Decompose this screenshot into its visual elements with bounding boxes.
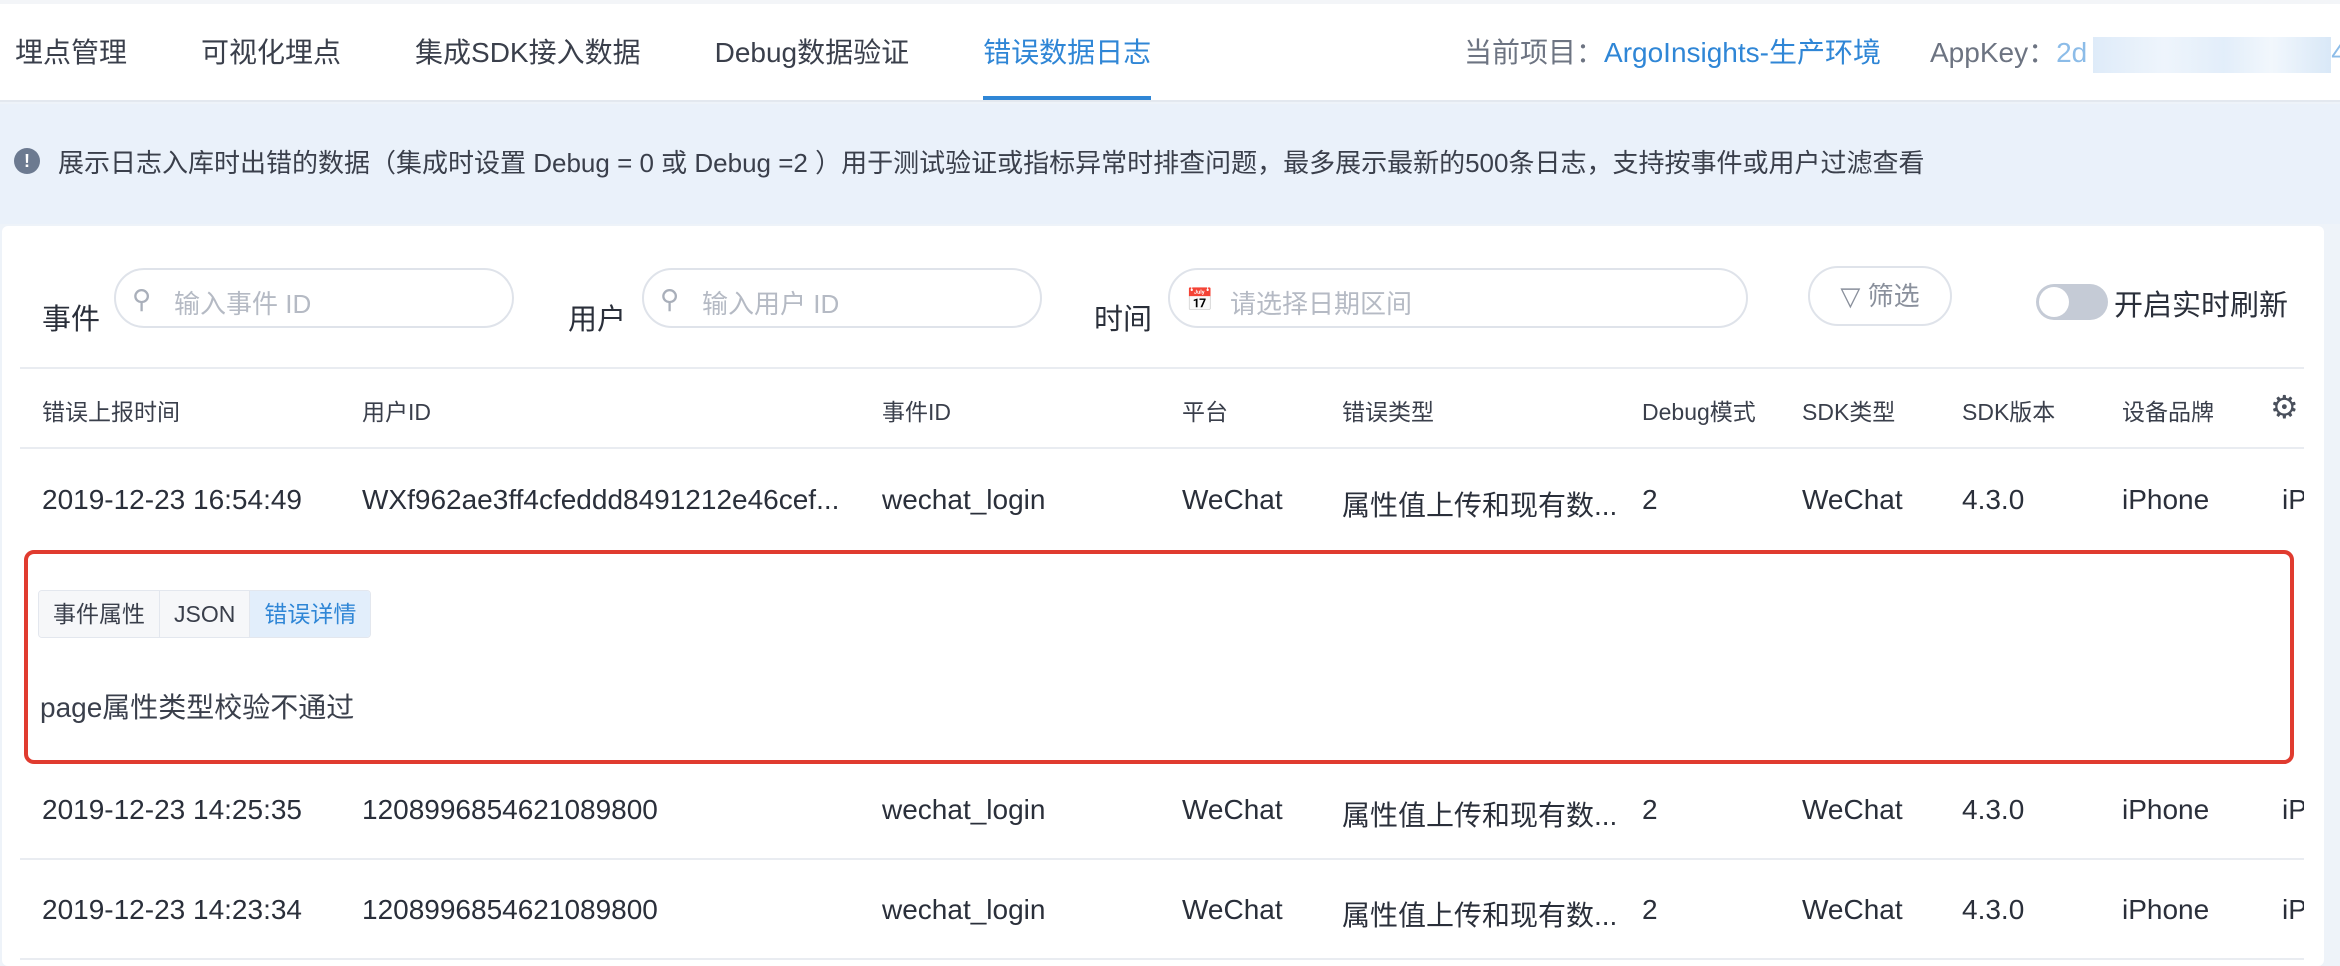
time-filter-label: 时间 (1094, 304, 1153, 336)
cell-platform: WeChat (1182, 794, 1283, 825)
tab-json[interactable]: JSON (160, 591, 251, 637)
realtime-refresh-label: 开启实时刷新 (2114, 290, 2289, 322)
tab-tracking-management[interactable]: 埋点管理 (15, 0, 127, 100)
project-value[interactable]: ArgoInsights-生产环境 (1604, 37, 1881, 68)
info-icon: ! (14, 148, 40, 174)
row-divider (20, 858, 2304, 860)
col-debug-mode[interactable]: Debug模式 (1642, 393, 1756, 427)
cell-error-type: 属性值上传和现有数... (1342, 800, 1618, 831)
cell-sdk-version: 4.3.0 (1962, 794, 2025, 825)
header-divider (20, 447, 2304, 449)
col-sdk-version[interactable]: SDK版本 (1962, 393, 2055, 427)
tab-debug-validation[interactable]: Debug数据验证 (715, 0, 910, 100)
event-input[interactable]: ⚲ 输入事件 ID (114, 268, 514, 328)
cell-device-brand: iPhone (2122, 794, 2210, 825)
calendar-icon: 📅 (1186, 287, 1214, 312)
cell-sdk-version: 4.3.0 (1962, 484, 2025, 515)
project-label: 当前项目： (1464, 37, 1605, 68)
cell-error-time: 2019-12-23 16:54:49 (42, 484, 302, 515)
cell-debug-mode: 2 (1642, 894, 1658, 925)
tab-event-properties[interactable]: 事件属性 (39, 591, 160, 637)
appkey-redaction (2093, 36, 2332, 73)
cell-truncated: iP (2282, 484, 2304, 515)
cell-sdk-type: WeChat (1802, 894, 1903, 925)
top-nav: 埋点管理 可视化埋点 集成SDK接入数据 Debug数据验证 错误数据日志 当前… (0, 0, 2340, 102)
col-user-id[interactable]: 用户ID (362, 393, 431, 427)
banner-text: 展示日志入库时出错的数据（集成时设置 Debug = 0 或 Debug =2 … (58, 148, 1925, 178)
cell-user-id: WXf962ae3ff4cfeddd8491212e46cef... (362, 484, 840, 515)
date-range-input[interactable]: 📅 请选择日期区间 (1168, 268, 1748, 328)
cell-platform: WeChat (1182, 484, 1283, 515)
table-top-divider (20, 367, 2304, 369)
cell-error-type: 属性值上传和现有数... (1342, 490, 1618, 521)
realtime-refresh-toggle[interactable] (2036, 284, 2108, 320)
cell-debug-mode: 2 (1642, 484, 1658, 515)
user-input-placeholder: 输入用户 ID (702, 289, 840, 319)
filter-icon: ▽ (1840, 281, 1861, 311)
col-error-time[interactable]: 错误上报时间 (42, 393, 180, 427)
search-icon: ⚲ (132, 284, 152, 314)
detail-tabs: 事件属性 JSON 错误详情 (38, 590, 372, 638)
user-filter-label: 用户 (568, 304, 627, 336)
cell-error-time: 2019-12-23 14:23:34 (42, 894, 302, 925)
cell-user-id: 1208996854621089800 (362, 894, 658, 925)
cell-sdk-type: WeChat (1802, 794, 1903, 825)
cell-error-type: 属性值上传和现有数... (1342, 900, 1618, 931)
expanded-row-detail: 事件属性 JSON 错误详情 page属性类型校验不通过 (24, 550, 2294, 764)
appkey: AppKey：2d 4fe5ee (1930, 0, 2340, 100)
col-event-id[interactable]: 事件ID (882, 393, 951, 427)
cell-sdk-version: 4.3.0 (1962, 894, 2025, 925)
gear-icon[interactable]: ⚙ (2270, 388, 2299, 426)
cell-debug-mode: 2 (1642, 794, 1658, 825)
cell-event-id: wechat_login (882, 484, 1046, 515)
col-sdk-type[interactable]: SDK类型 (1802, 393, 1895, 427)
cell-error-time: 2019-12-23 14:25:35 (42, 794, 302, 825)
error-detail-text: page属性类型校验不通过 (40, 692, 355, 723)
cell-device-brand: iPhone (2122, 894, 2210, 925)
search-icon: ⚲ (660, 284, 680, 314)
cell-device-brand: iPhone (2122, 484, 2210, 515)
current-project: 当前项目：ArgoInsights-生产环境 (1464, 0, 1881, 100)
filter-button[interactable]: ▽ 筛选 (1808, 266, 1952, 326)
filter-button-label: 筛选 (1867, 281, 1920, 311)
nav-tabs: 埋点管理 可视化埋点 集成SDK接入数据 Debug数据验证 错误数据日志 (15, 0, 1225, 100)
cell-truncated: iP (2282, 794, 2304, 825)
appkey-suffix: 4fe5ee (2331, 37, 2340, 68)
event-filter-label: 事件 (42, 304, 101, 336)
cell-event-id: wechat_login (882, 794, 1046, 825)
tab-error-details[interactable]: 错误详情 (250, 591, 371, 637)
tab-sdk-integration[interactable]: 集成SDK接入数据 (415, 0, 641, 100)
row-divider (20, 958, 2304, 960)
event-input-placeholder: 输入事件 ID (174, 289, 312, 319)
toggle-knob (2039, 287, 2069, 317)
cell-user-id: 1208996854621089800 (362, 794, 658, 825)
col-device-brand[interactable]: 设备品牌 (2122, 393, 2214, 427)
appkey-label: AppKey： (1930, 37, 2057, 68)
date-range-placeholder: 请选择日期区间 (1230, 289, 1413, 319)
cell-platform: WeChat (1182, 894, 1283, 925)
col-platform[interactable]: 平台 (1182, 393, 1228, 427)
col-error-type[interactable]: 错误类型 (1342, 393, 1434, 427)
cell-sdk-type: WeChat (1802, 484, 1903, 515)
cell-event-id: wechat_login (882, 894, 1046, 925)
user-input[interactable]: ⚲ 输入用户 ID (642, 268, 1042, 328)
tab-error-log[interactable]: 错误数据日志 (983, 0, 1152, 100)
cell-truncated: iP (2282, 894, 2304, 925)
tab-visual-tracking[interactable]: 可视化埋点 (201, 0, 341, 100)
appkey-prefix: 2d (2056, 37, 2088, 68)
